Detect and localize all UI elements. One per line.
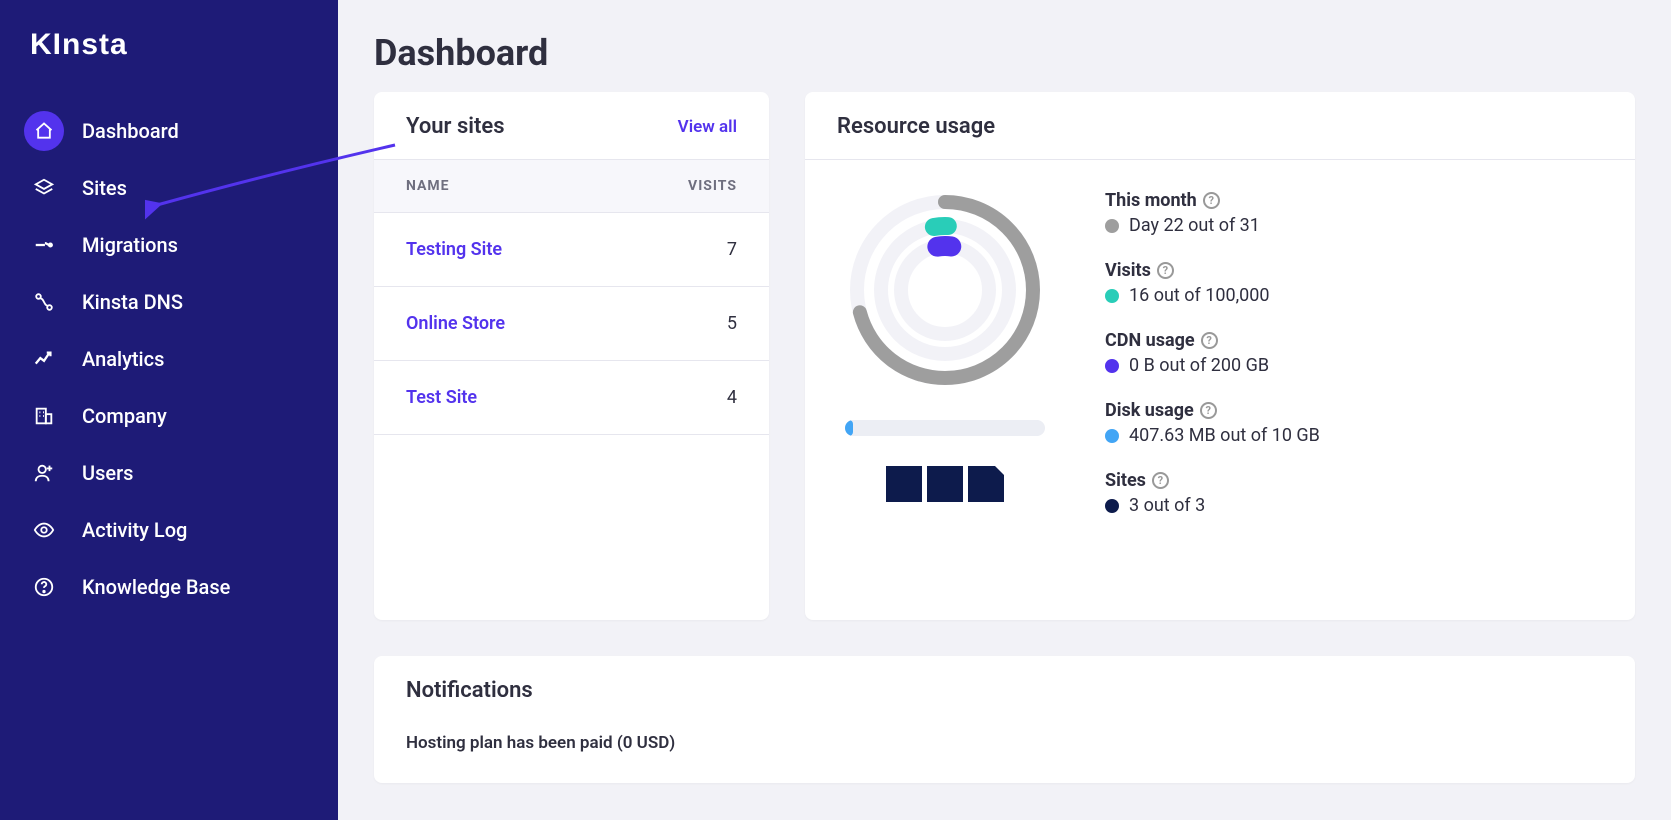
- help-icon[interactable]: ?: [1152, 472, 1169, 489]
- legend-dot-icon: [1105, 499, 1119, 513]
- col-visits: VISITS: [607, 160, 769, 213]
- legend-sites: Sites ? 3 out of 3: [1105, 470, 1595, 516]
- legend-title-text: Visits: [1105, 260, 1151, 281]
- card-header: Your sites View all: [374, 92, 769, 160]
- site-block: [886, 466, 922, 502]
- site-name[interactable]: Testing Site: [374, 213, 607, 287]
- legend-title-text: This month: [1105, 190, 1197, 211]
- legend-value-text: 0 B out of 200 GB: [1129, 355, 1269, 376]
- legend-title-text: CDN usage: [1105, 330, 1195, 351]
- site-visits: 4: [607, 361, 769, 435]
- site-name[interactable]: Online Store: [374, 287, 607, 361]
- table-row[interactable]: Test Site 4: [374, 361, 769, 435]
- legend-value-text: Day 22 out of 31: [1129, 215, 1260, 236]
- card-row: Your sites View all NAME VISITS Testing …: [374, 92, 1635, 620]
- nav-dns[interactable]: Kinsta DNS: [0, 273, 338, 330]
- view-all-link[interactable]: View all: [678, 117, 737, 137]
- nav-label: Sites: [82, 176, 127, 200]
- brand-logo: KInsta: [0, 28, 338, 102]
- nav-label: Migrations: [82, 233, 178, 257]
- table-row[interactable]: Testing Site 7: [374, 213, 769, 287]
- gauge-column: [845, 190, 1045, 540]
- table-row[interactable]: Online Store 5: [374, 287, 769, 361]
- legend-disk: Disk usage ? 407.63 MB out of 10 GB: [1105, 400, 1595, 446]
- nav-list: Dashboard Sites Migrations Kinsta DNS An…: [0, 102, 338, 615]
- brand-text: KInsta: [30, 28, 128, 61]
- card-header: Notifications: [374, 656, 1635, 703]
- legend-visits: Visits ? 16 out of 100,000: [1105, 260, 1595, 306]
- disk-usage-bar: [845, 420, 1045, 436]
- legend-title-text: Disk usage: [1105, 400, 1194, 421]
- legend-dot-icon: [1105, 289, 1119, 303]
- analytics-icon: [30, 345, 58, 373]
- notification-item[interactable]: Hosting plan has been paid (0 USD): [406, 703, 1603, 753]
- nav-company[interactable]: Company: [0, 387, 338, 444]
- main-content: Dashboard Your sites View all NAME VISIT…: [338, 0, 1671, 820]
- sidebar: KInsta Dashboard Sites Migrations Kinsta…: [0, 0, 338, 820]
- sites-usage-blocks: [886, 466, 1004, 502]
- migrate-icon: [30, 231, 58, 259]
- legend-dot-icon: [1105, 219, 1119, 233]
- nav-label: Users: [82, 461, 133, 485]
- legend-column: This month ? Day 22 out of 31 Visits ?: [1045, 190, 1595, 540]
- dns-icon: [30, 288, 58, 316]
- card-title: Your sites: [406, 114, 505, 139]
- card-title: Resource usage: [837, 114, 995, 139]
- nav-label: Knowledge Base: [82, 575, 230, 599]
- eye-icon: [30, 516, 58, 544]
- nav-label: Kinsta DNS: [82, 290, 183, 314]
- users-icon: [30, 459, 58, 487]
- nav-label: Company: [82, 404, 167, 428]
- legend-value-text: 3 out of 3: [1129, 495, 1205, 516]
- legend-value-text: 16 out of 100,000: [1129, 285, 1269, 306]
- help-icon[interactable]: ?: [1201, 332, 1218, 349]
- nav-users[interactable]: Users: [0, 444, 338, 501]
- notifications-body: Hosting plan has been paid (0 USD): [374, 703, 1635, 783]
- col-name: NAME: [374, 160, 607, 213]
- legend-dot-icon: [1105, 359, 1119, 373]
- legend-cdn: CDN usage ? 0 B out of 200 GB: [1105, 330, 1595, 376]
- site-block: [927, 466, 963, 502]
- help-icon[interactable]: ?: [1203, 192, 1220, 209]
- legend-title-text: Sites: [1105, 470, 1146, 491]
- layers-icon: [30, 174, 58, 202]
- disk-usage-fill: [845, 420, 853, 436]
- legend-month: This month ? Day 22 out of 31: [1105, 190, 1595, 236]
- resource-body: This month ? Day 22 out of 31 Visits ?: [805, 160, 1635, 580]
- company-icon: [30, 402, 58, 430]
- nav-sites[interactable]: Sites: [0, 159, 338, 216]
- nav-activity-log[interactable]: Activity Log: [0, 501, 338, 558]
- help-icon[interactable]: ?: [1157, 262, 1174, 279]
- page-title: Dashboard: [374, 32, 1635, 74]
- nav-label: Analytics: [82, 347, 164, 371]
- help-icon: [30, 573, 58, 601]
- help-icon[interactable]: ?: [1200, 402, 1217, 419]
- nav-analytics[interactable]: Analytics: [0, 330, 338, 387]
- sites-table: NAME VISITS Testing Site 7 Online Store …: [374, 160, 769, 435]
- radial-gauge: [845, 190, 1045, 390]
- nav-migrations[interactable]: Migrations: [0, 216, 338, 273]
- nav-dashboard[interactable]: Dashboard: [0, 102, 338, 159]
- card-title: Notifications: [406, 678, 533, 703]
- your-sites-card: Your sites View all NAME VISITS Testing …: [374, 92, 769, 620]
- site-block: [968, 466, 1004, 502]
- legend-value-text: 407.63 MB out of 10 GB: [1129, 425, 1320, 446]
- site-name[interactable]: Test Site: [374, 361, 607, 435]
- nav-knowledge-base[interactable]: Knowledge Base: [0, 558, 338, 615]
- home-icon: [24, 111, 64, 151]
- nav-label: Activity Log: [82, 518, 187, 542]
- card-header: Resource usage: [805, 92, 1635, 160]
- resource-usage-card: Resource usage: [805, 92, 1635, 620]
- site-visits: 7: [607, 213, 769, 287]
- legend-dot-icon: [1105, 429, 1119, 443]
- nav-label: Dashboard: [82, 119, 179, 143]
- site-visits: 5: [607, 287, 769, 361]
- notifications-card: Notifications Hosting plan has been paid…: [374, 656, 1635, 783]
